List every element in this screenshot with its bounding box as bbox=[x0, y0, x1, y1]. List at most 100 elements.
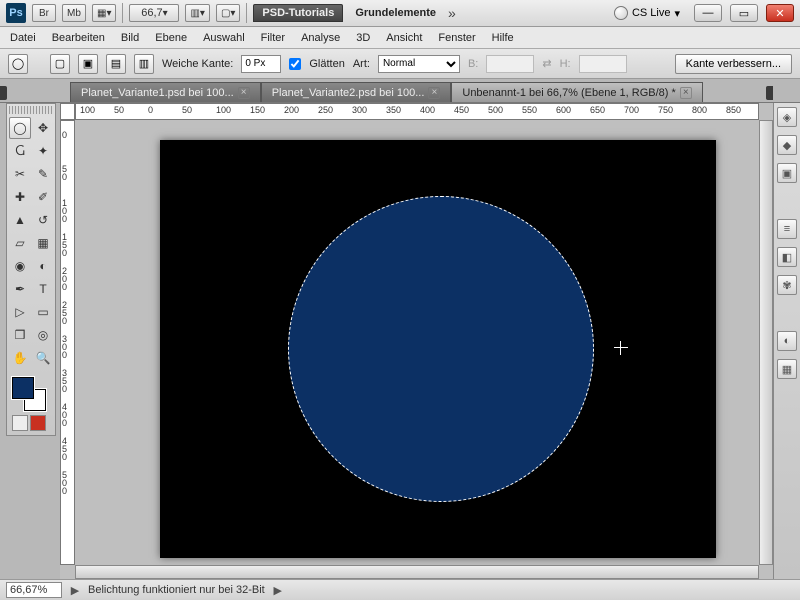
zoom-combo[interactable]: 66,7 ▾ bbox=[129, 4, 179, 22]
menu-3d[interactable]: 3D bbox=[356, 32, 370, 44]
shape-tool[interactable]: ▭ bbox=[32, 301, 54, 323]
close-icon[interactable]: × bbox=[680, 87, 692, 99]
masks-panel-icon[interactable]: ◧ bbox=[777, 247, 797, 267]
menu-fenster[interactable]: Fenster bbox=[438, 32, 475, 44]
arrange-button[interactable]: ▥▾ bbox=[185, 4, 209, 22]
cursor-crosshair-icon bbox=[614, 341, 628, 355]
collapse-handle-right[interactable] bbox=[766, 86, 773, 100]
horizontal-scrollbar[interactable] bbox=[75, 565, 759, 579]
selection-intersect-icon[interactable]: ▥ bbox=[134, 54, 154, 74]
maximize-button[interactable]: ▭ bbox=[730, 4, 758, 22]
magic-wand-tool[interactable]: ✦ bbox=[32, 140, 54, 162]
canvas-viewport[interactable] bbox=[75, 120, 759, 565]
title-bar: Ps Br Mb ▦▾ 66,7 ▾ ▥▾ ▢▾ PSD-Tutorials G… bbox=[0, 0, 800, 27]
workspace-name[interactable]: Grundelemente bbox=[349, 7, 442, 19]
marquee-tool[interactable]: ◯ bbox=[9, 117, 31, 139]
cslive-button[interactable]: CS Live ▾ bbox=[614, 6, 680, 20]
screenmode-button[interactable]: ▢▾ bbox=[216, 4, 240, 22]
layers-panel-icon[interactable]: ◈ bbox=[777, 107, 797, 127]
selection-new-icon[interactable]: ▢ bbox=[50, 54, 70, 74]
panel-grip[interactable] bbox=[9, 106, 54, 114]
style-label: Art: bbox=[353, 58, 370, 70]
swap-wh-icon: ⇄ bbox=[542, 57, 551, 70]
style-select[interactable]: Normal bbox=[378, 55, 460, 73]
3d-tool[interactable]: ❒ bbox=[9, 324, 31, 346]
horizontal-ruler[interactable]: 1005005010015020025030035040045050055060… bbox=[75, 103, 759, 120]
lasso-tool[interactable]: Ⴚ bbox=[9, 140, 31, 162]
selection-add-icon[interactable]: ▣ bbox=[78, 54, 98, 74]
eyedropper-tool[interactable]: ✎ bbox=[32, 163, 54, 185]
menu-auswahl[interactable]: Auswahl bbox=[203, 32, 245, 44]
color-swatches[interactable] bbox=[9, 374, 54, 412]
move-tool[interactable]: ✥ bbox=[32, 117, 54, 139]
zoom-value: 66,7 bbox=[141, 7, 162, 19]
status-bar: 66,67% ▶ Belichtung funktioniert nur bei… bbox=[0, 579, 800, 600]
history-brush-tool[interactable]: ↺ bbox=[32, 209, 54, 231]
arrow-right-icon[interactable]: ▶ bbox=[68, 584, 82, 597]
right-dock: ◈ ◆ ▣ ≡ ◧ ✾ ◐ ▦ bbox=[773, 103, 800, 579]
collapse-handle-left[interactable] bbox=[0, 86, 7, 100]
styles-panel-icon[interactable]: ✾ bbox=[777, 275, 797, 295]
options-bar: ◯ ▢ ▣ ▤ ▥ Weiche Kante: Glätten Art: Nor… bbox=[0, 49, 800, 79]
standard-mode-icon[interactable] bbox=[12, 415, 28, 431]
stamp-tool[interactable]: ▲ bbox=[9, 209, 31, 231]
selection-subtract-icon[interactable]: ▤ bbox=[106, 54, 126, 74]
zoom-tool[interactable]: 🔍 bbox=[32, 347, 54, 369]
pen-tool[interactable]: ✒ bbox=[9, 278, 31, 300]
color-panel-icon[interactable]: ◐ bbox=[777, 331, 797, 351]
menu-bild[interactable]: Bild bbox=[121, 32, 139, 44]
type-tool[interactable]: T bbox=[32, 278, 54, 300]
width-label: B: bbox=[468, 58, 478, 70]
menu-filter[interactable]: Filter bbox=[261, 32, 285, 44]
channels-panel-icon[interactable]: ◆ bbox=[777, 135, 797, 155]
ps-logo: Ps bbox=[6, 3, 26, 23]
doc-tab-1[interactable]: Planet_Variante1.psd bei 100...× bbox=[70, 82, 261, 102]
gradient-tool[interactable]: ▦ bbox=[32, 232, 54, 254]
selection-ellipse[interactable] bbox=[288, 196, 594, 502]
vertical-scrollbar[interactable] bbox=[759, 120, 773, 565]
doc-tab-3[interactable]: Unbenannt-1 bei 66,7% (Ebene 1, RGB/8) *… bbox=[451, 82, 702, 102]
bridge-button[interactable]: Br bbox=[32, 4, 56, 22]
tool-preset-icon[interactable]: ◯ bbox=[8, 54, 28, 74]
view-extras-button[interactable]: ▦▾ bbox=[92, 4, 116, 22]
minibridge-button[interactable]: Mb bbox=[62, 4, 86, 22]
quickmask-mode-icon[interactable] bbox=[30, 415, 46, 431]
eraser-tool[interactable]: ▱ bbox=[9, 232, 31, 254]
status-message: Belichtung funktioniert nur bei 32-Bit bbox=[88, 584, 265, 596]
ruler-corner[interactable] bbox=[60, 103, 75, 120]
close-button[interactable]: ✕ bbox=[766, 4, 794, 22]
minimize-button[interactable]: — bbox=[694, 4, 722, 22]
healing-tool[interactable]: ✚ bbox=[9, 186, 31, 208]
path-select-tool[interactable]: ▷ bbox=[9, 301, 31, 323]
workspace-tab-psd[interactable]: PSD-Tutorials bbox=[253, 4, 343, 22]
adjustments-panel-icon[interactable]: ≡ bbox=[777, 219, 797, 239]
antialias-checkbox[interactable] bbox=[289, 58, 301, 70]
blur-tool[interactable]: ◉ bbox=[9, 255, 31, 277]
close-icon[interactable]: × bbox=[238, 87, 250, 99]
workspace: 1005005010015020025030035040045050055060… bbox=[60, 103, 773, 579]
menu-bearbeiten[interactable]: Bearbeiten bbox=[52, 32, 105, 44]
feather-input[interactable] bbox=[241, 55, 281, 73]
refine-edge-button[interactable]: Kante verbessern... bbox=[675, 54, 792, 74]
doc-tab-2[interactable]: Planet_Variante2.psd bei 100...× bbox=[261, 82, 452, 102]
menu-hilfe[interactable]: Hilfe bbox=[492, 32, 514, 44]
height-field bbox=[579, 55, 627, 73]
brush-tool[interactable]: ✐ bbox=[32, 186, 54, 208]
canvas[interactable] bbox=[160, 140, 716, 558]
arrow-right-icon[interactable]: ▶ bbox=[271, 584, 285, 597]
menu-ebene[interactable]: Ebene bbox=[155, 32, 187, 44]
chevron-right-icon[interactable]: » bbox=[448, 5, 456, 21]
close-icon[interactable]: × bbox=[428, 87, 440, 99]
foreground-swatch[interactable] bbox=[12, 377, 34, 399]
menu-datei[interactable]: Datei bbox=[10, 32, 36, 44]
swatches-panel-icon[interactable]: ▦ bbox=[777, 359, 797, 379]
crop-tool[interactable]: ✂ bbox=[9, 163, 31, 185]
3d-camera-tool[interactable]: ◎ bbox=[32, 324, 54, 346]
menu-ansicht[interactable]: Ansicht bbox=[386, 32, 422, 44]
vertical-ruler[interactable]: 050100150200250300350400450500 bbox=[60, 120, 75, 565]
dodge-tool[interactable]: ◐ bbox=[32, 255, 54, 277]
paths-panel-icon[interactable]: ▣ bbox=[777, 163, 797, 183]
zoom-field[interactable]: 66,67% bbox=[6, 582, 62, 598]
menu-analyse[interactable]: Analyse bbox=[301, 32, 340, 44]
hand-tool[interactable]: ✋ bbox=[9, 347, 31, 369]
